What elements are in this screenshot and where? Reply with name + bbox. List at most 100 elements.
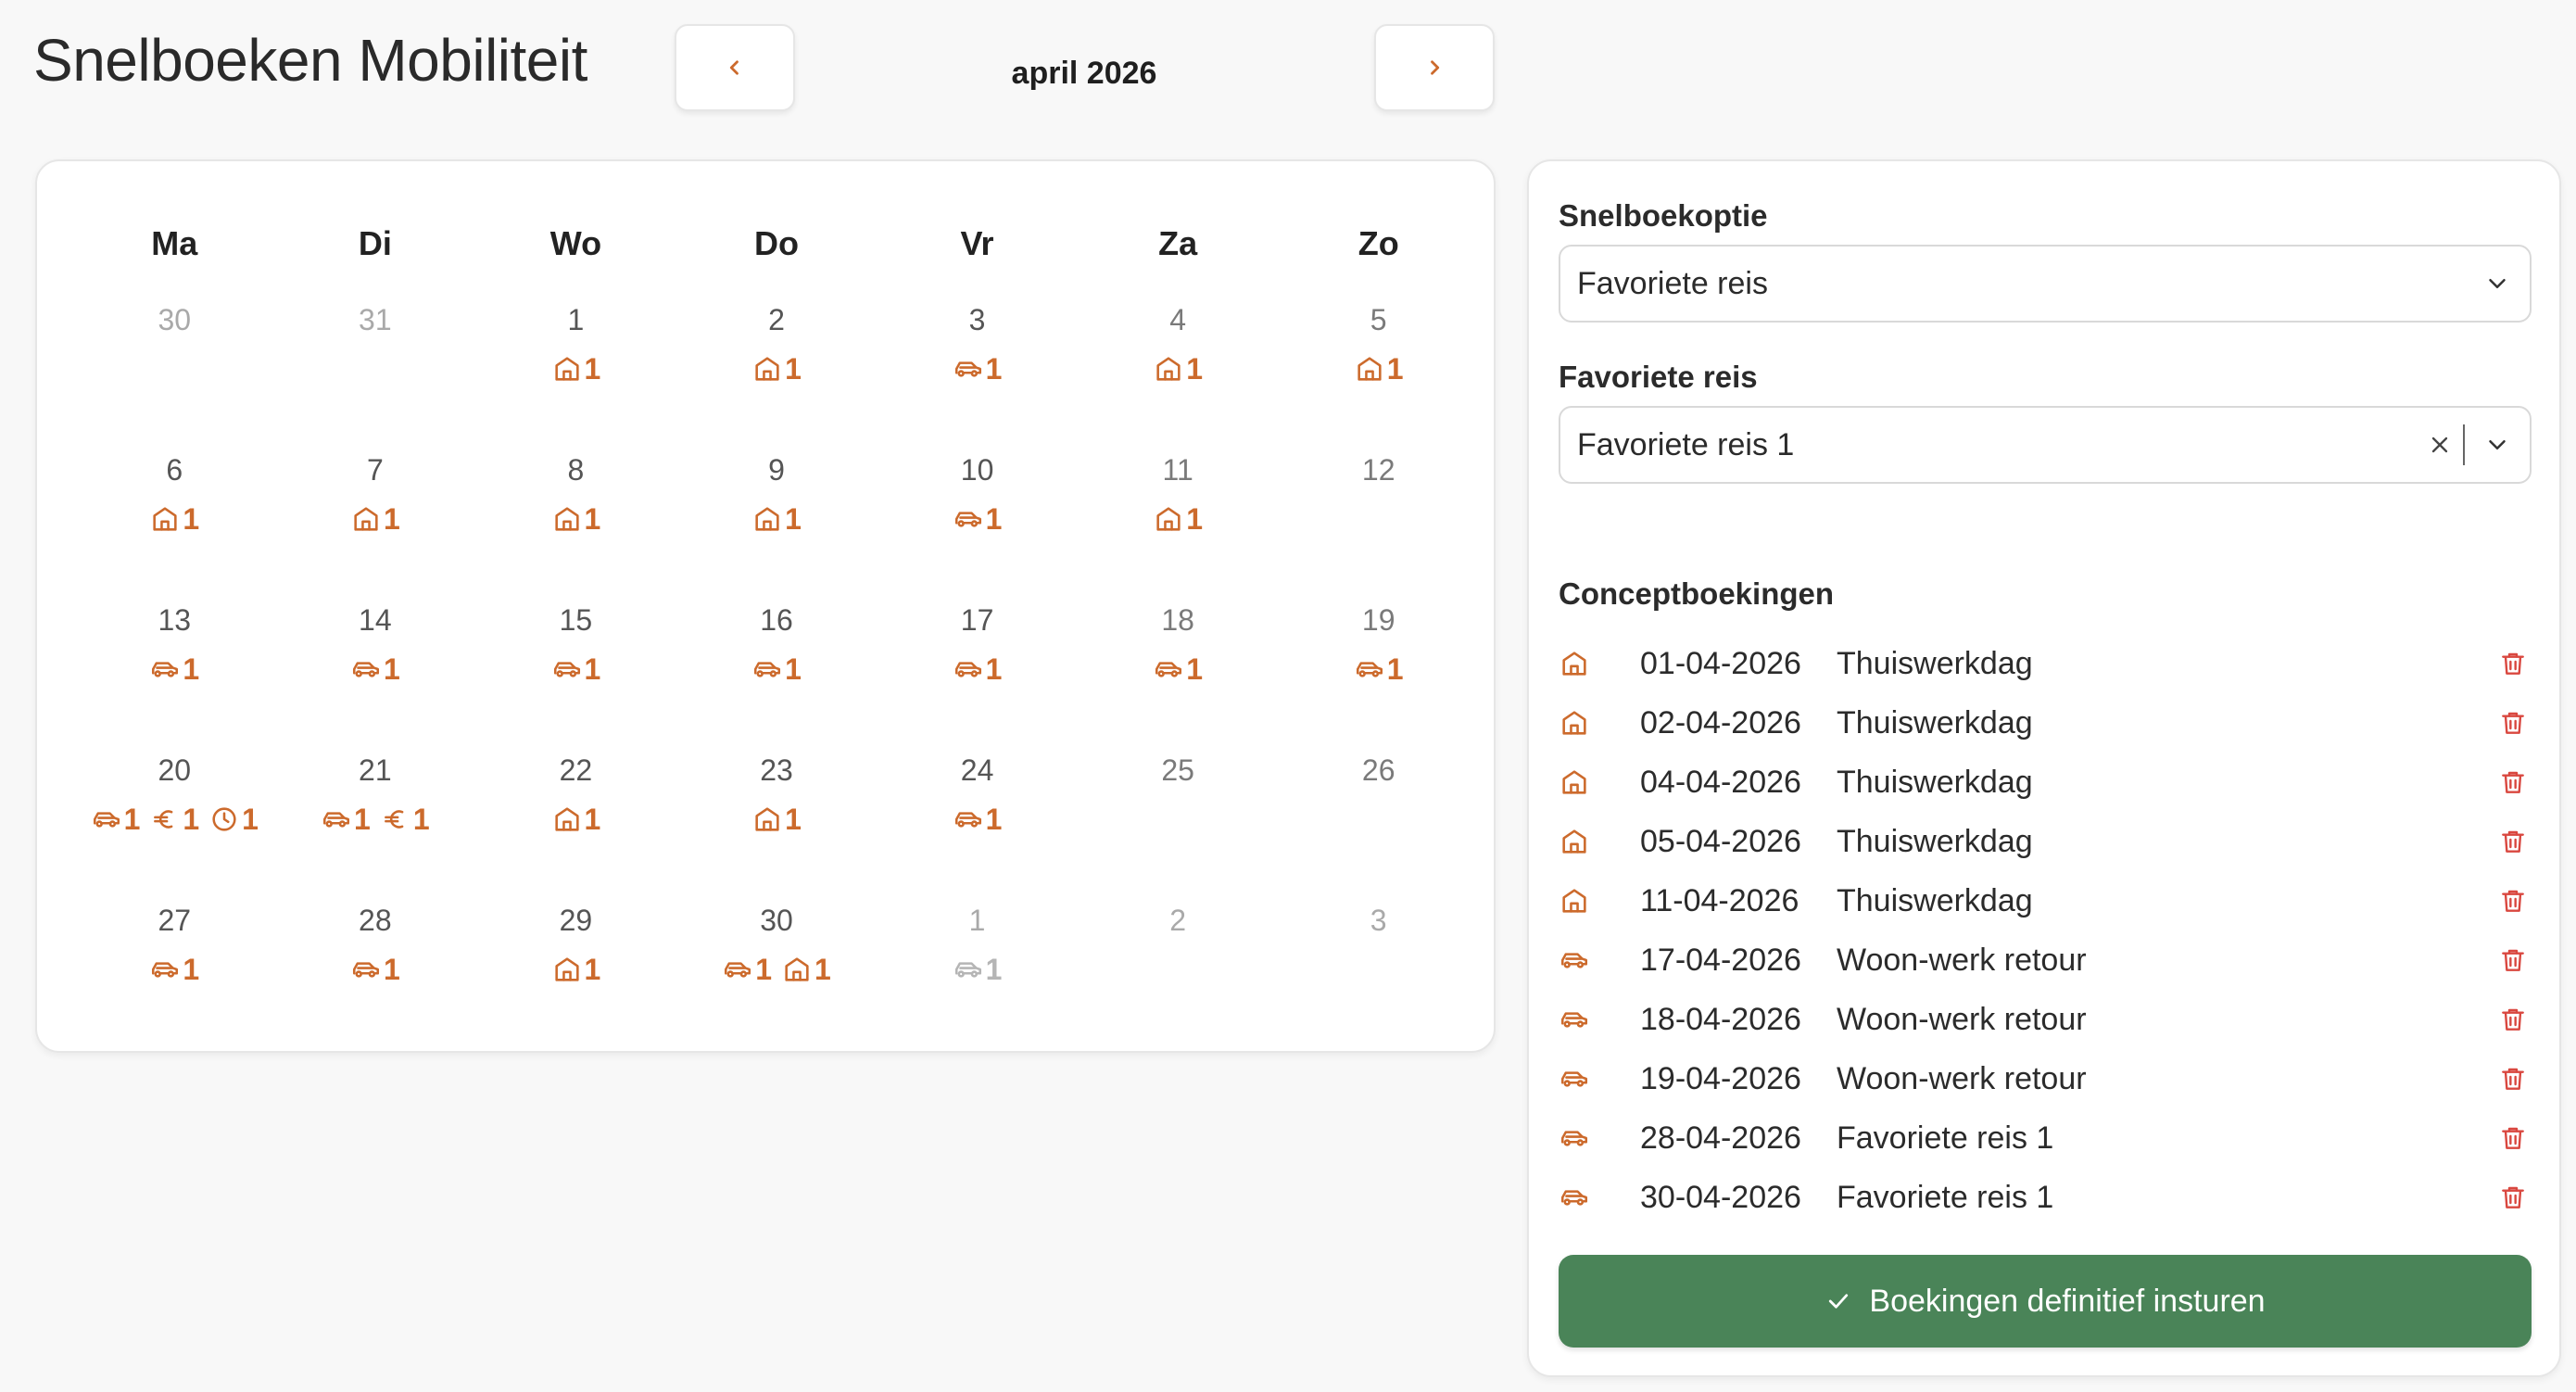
day-bookings: 1 <box>953 651 1002 688</box>
day-number: 2 <box>1169 904 1187 937</box>
calendar-day[interactable]: 12 <box>1278 449 1479 599</box>
calendar-day[interactable]: 25 <box>1078 749 1279 899</box>
calendar-day[interactable]: 21 <box>676 298 878 449</box>
calendar-day[interactable]: 11 1 <box>1078 449 1279 599</box>
booking-badge: 1 <box>149 502 199 537</box>
concept-booking-row: 28-04-2026 Favoriete reis 1 <box>1559 1108 2532 1168</box>
submit-bookings-button[interactable]: Boekingen definitief insturen <box>1559 1255 2532 1348</box>
calendar-day[interactable]: 11 <box>877 899 1078 1049</box>
calendar-day[interactable]: 15 1 <box>475 599 676 749</box>
calendar-day[interactable]: 22 1 <box>475 749 676 899</box>
booking-count: 1 <box>1186 652 1204 686</box>
concept-type <box>1559 707 1640 739</box>
delete-booking-button[interactable] <box>2494 1005 2532 1034</box>
calendar-week: 13 1 14 1 15 1 16 1 17 1 18 1 19 1 <box>74 599 1479 749</box>
clear-selection-button[interactable] <box>2417 432 2463 458</box>
booking-count: 1 <box>1186 351 1204 386</box>
concept-description: Thuiswerkdag <box>1837 704 2033 740</box>
calendar-day[interactable]: 61 <box>74 449 275 599</box>
calendar-day[interactable]: 11 <box>475 298 676 449</box>
trash-icon <box>2502 949 2524 971</box>
delete-booking-button[interactable] <box>2494 945 2532 975</box>
calendar-day[interactable]: 20 1 1 1 <box>74 749 275 899</box>
car-icon <box>1560 1012 1588 1028</box>
day-number: 17 <box>960 603 994 637</box>
home-icon <box>1562 829 1586 854</box>
booking-count: 1 <box>584 952 601 986</box>
calendar-day[interactable]: 91 <box>676 449 878 599</box>
day-number: 29 <box>559 904 593 937</box>
calendar-day[interactable]: 30 <box>74 298 275 449</box>
car-icon <box>1560 1071 1588 1087</box>
booking-count: 1 <box>985 952 1003 986</box>
booking-count: 1 <box>123 802 141 836</box>
calendar-day[interactable]: 14 1 <box>275 599 476 749</box>
calendar-day[interactable]: 51 <box>1278 298 1479 449</box>
calendar-day[interactable]: 23 1 <box>676 749 878 899</box>
favorite-label: Favoriete reis <box>1559 360 1758 394</box>
delete-booking-button[interactable] <box>2494 827 2532 856</box>
calendar-day[interactable]: 13 1 <box>74 599 275 749</box>
calendar-day[interactable]: 26 <box>1278 749 1479 899</box>
calendar-day[interactable]: 24 1 <box>877 749 1078 899</box>
calendar-day[interactable]: 18 1 <box>1078 599 1279 749</box>
previous-month-button[interactable] <box>675 24 795 111</box>
calendar-day[interactable]: 28 1 <box>275 899 476 1049</box>
car-icon <box>323 812 350 828</box>
concept-type <box>1559 648 1640 679</box>
concept-booking-row: 11-04-2026 Thuiswerkdag <box>1559 871 2532 930</box>
booking-badge: 1 <box>551 652 600 687</box>
booking-count: 1 <box>1386 351 1404 386</box>
calendar-day[interactable]: 27 1 <box>74 899 275 1049</box>
calendar-day[interactable]: 10 1 <box>877 449 1078 599</box>
calendar-day[interactable]: 2 <box>1078 899 1279 1049</box>
calendar-day[interactable]: 31 <box>877 298 1078 449</box>
calendar-day[interactable]: 81 <box>475 449 676 599</box>
day-number: 23 <box>760 753 793 787</box>
delete-booking-button[interactable] <box>2494 1064 2532 1094</box>
delete-booking-button[interactable] <box>2494 708 2532 738</box>
booking-badge: 1 <box>350 502 400 537</box>
calendar-day[interactable]: 21 1 1 <box>275 749 476 899</box>
calendar-day[interactable]: 41 <box>1078 298 1279 449</box>
calendar-day[interactable]: 17 1 <box>877 599 1078 749</box>
booking-count: 1 <box>383 652 400 686</box>
delete-booking-button[interactable] <box>2494 649 2532 678</box>
day-bookings: 1 <box>953 801 1002 838</box>
euro-icon <box>384 810 404 829</box>
car-icon <box>93 812 120 828</box>
calendar-day[interactable]: 16 1 <box>676 599 878 749</box>
day-bookings: 1 <box>350 951 400 988</box>
day-number: 5 <box>1370 303 1387 336</box>
day-bookings: 1 <box>1153 350 1203 387</box>
booking-count: 1 <box>814 952 831 986</box>
concept-date: 17-04-2026 <box>1640 942 1801 978</box>
day-number: 31 <box>359 303 392 336</box>
concept-type <box>1559 766 1640 798</box>
concept-description: Favoriete reis 1 <box>1837 1120 2054 1156</box>
next-month-button[interactable] <box>1374 24 1495 111</box>
month-label: april 2026 <box>1011 56 1157 91</box>
booking-badge: 1 <box>751 502 802 537</box>
day-bookings: 1 <box>1354 350 1404 387</box>
booking-count: 1 <box>354 802 371 836</box>
delete-booking-button[interactable] <box>2494 1183 2532 1212</box>
concept-date: 18-04-2026 <box>1640 1001 1801 1037</box>
calendar-day[interactable]: 30 1 1 <box>676 899 878 1049</box>
car-icon <box>1560 953 1588 968</box>
calendar-day[interactable]: 31 <box>275 298 476 449</box>
delete-booking-button[interactable] <box>2494 1123 2532 1153</box>
calendar-day[interactable]: 19 1 <box>1278 599 1479 749</box>
booking-badge: 1 <box>208 803 259 837</box>
delete-booking-button[interactable] <box>2494 886 2532 916</box>
home-icon <box>554 357 579 381</box>
calendar-day[interactable]: 29 1 <box>475 899 676 1049</box>
calendar-day[interactable]: 71 <box>275 449 476 599</box>
concept-description: Thuiswerkdag <box>1837 882 2033 918</box>
concept-description: Thuiswerkdag <box>1837 764 2033 800</box>
delete-booking-button[interactable] <box>2494 767 2532 797</box>
calendar-day[interactable]: 3 <box>1278 899 1479 1049</box>
option-select[interactable]: Favoriete reis <box>1559 245 2532 323</box>
day-number: 11 <box>1162 453 1193 487</box>
favorite-select[interactable]: Favoriete reis 1 <box>1559 406 2532 484</box>
